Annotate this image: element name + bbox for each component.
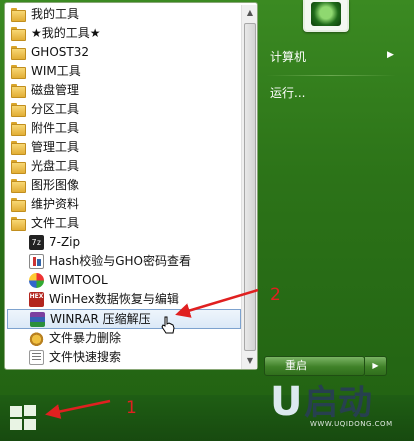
start-menu: 我的工具 ★我的工具★ GHOST32 WIM工具 磁盘管理 分区工具 附件工具… [0,0,414,395]
program-list-scrollbar[interactable]: ▲ ▼ [241,5,257,369]
restart-button[interactable]: 重启 [264,356,365,376]
windows-logo-pane [24,419,36,430]
folder-label: 管理工具 [31,140,80,154]
app-item-file-quick-search[interactable]: 文件快速搜索 [7,348,241,367]
file-search-icon [29,350,44,365]
folder-icon [11,27,26,41]
folder-icon [11,65,26,79]
uqidong-watermark-logo: U 启动 WWW.UQIDONG.COM [270,378,410,428]
folder-label: 附件工具 [31,121,80,135]
folder-icon [11,84,26,98]
app-item-winhex[interactable]: HEX WinHex数据恢复与编辑 [7,290,241,309]
winrar-icon [30,312,45,327]
scroll-up-arrow-icon[interactable]: ▲ [242,5,258,21]
folder-item-accessory-tools[interactable]: 附件工具 [7,119,241,138]
right-panel-divider [266,75,396,76]
windows-logo-pane [10,419,22,430]
winhex-icon: HEX [29,292,44,307]
app-item-wimtool[interactable]: WIMTOOL [7,271,241,290]
app-item-file-force-delete[interactable]: 文件暴力删除 [7,329,241,348]
file-delete-icon [29,331,44,346]
scroll-thumb[interactable] [244,23,256,351]
folder-item-my-tools-star[interactable]: ★我的工具★ [7,24,241,43]
folder-label: WIM工具 [31,64,81,78]
windows-logo-pane [24,405,36,416]
watermark-brand-text: 启动 [304,383,372,423]
watermark-url: WWW.UQIDONG.COM [310,420,393,428]
folder-item-my-tools[interactable]: 我的工具 [7,5,241,24]
folder-label: 磁盘管理 [31,83,80,97]
app-label: WinHex数据恢复与编辑 [49,292,179,306]
app-label: 文件暴力删除 [49,331,122,345]
folder-icon [11,8,26,22]
folder-label: 我的工具 [31,7,80,21]
folder-label: ★我的工具★ [31,26,101,40]
app-label: 7-Zip [49,235,81,249]
folder-item-admin-tools[interactable]: 管理工具 [7,138,241,157]
folder-icon [11,217,26,231]
app-label: WIMTOOL [49,273,108,287]
scroll-down-arrow-icon[interactable]: ▼ [242,353,258,369]
app-item-hash[interactable]: Hash校验与GHO密码查看 [7,252,241,271]
annotation-number-1: 1 [126,398,137,418]
power-options-arrow-icon[interactable]: ▶ [365,356,387,376]
app-label: 文件快速搜索 [49,350,122,364]
folder-label: GHOST32 [31,45,89,59]
windows-logo-icon [10,406,22,417]
run-menu-item[interactable]: 运行... [270,84,305,101]
app-item-winrar[interactable]: WINRAR 压缩解压 [7,309,241,329]
folder-item-ghost32[interactable]: GHOST32 [7,43,241,62]
folder-item-partition-tools[interactable]: 分区工具 [7,100,241,119]
folder-icon [11,103,26,117]
folder-item-graphics[interactable]: 图形图像 [7,176,241,195]
folder-icon [11,122,26,136]
folder-label: 文件工具 [31,216,80,230]
app-label: WINRAR 压缩解压 [50,312,151,326]
folder-item-wim-tools[interactable]: WIM工具 [7,62,241,81]
folder-item-maintenance-docs[interactable]: 维护资料 [7,195,241,214]
folder-label: 分区工具 [31,102,80,116]
folder-icon [11,179,26,193]
7zip-icon: 7z [29,235,44,250]
user-picture[interactable] [303,0,349,32]
all-programs-panel: 我的工具 ★我的工具★ GHOST32 WIM工具 磁盘管理 分区工具 附件工具… [4,2,258,370]
folder-item-file-tools[interactable]: 文件工具 [7,214,241,233]
app-item-7zip[interactable]: 7z 7-Zip [7,233,241,252]
computer-menu-item[interactable]: 计算机 [270,48,306,65]
folder-label: 维护资料 [31,197,80,211]
hand-cursor-icon [161,316,175,334]
hash-icon [29,254,44,269]
folder-icon [11,160,26,174]
folder-item-disk-management[interactable]: 磁盘管理 [7,81,241,100]
app-label: Hash校验与GHO密码查看 [49,254,192,268]
program-list: 我的工具 ★我的工具★ GHOST32 WIM工具 磁盘管理 分区工具 附件工具… [7,5,241,367]
folder-label: 光盘工具 [31,159,80,173]
folder-item-disc-tools[interactable]: 光盘工具 [7,157,241,176]
chevron-right-icon: ▶ [387,50,394,60]
watermark-u-glyph: U [270,379,303,425]
start-button[interactable] [8,404,38,432]
annotation-number-2: 2 [270,285,281,305]
wimtool-icon [29,273,44,288]
folder-icon [11,46,26,60]
folder-icon [11,141,26,155]
folder-label: 图形图像 [31,178,80,192]
folder-icon [11,198,26,212]
user-avatar-icon [311,2,341,26]
